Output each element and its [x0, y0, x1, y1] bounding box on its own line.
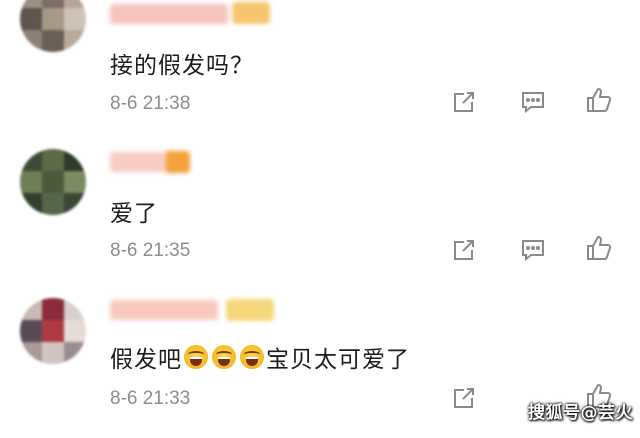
- comment-icon: [522, 240, 544, 262]
- avatar[interactable]: [20, 0, 86, 52]
- like-icon: [587, 235, 612, 260]
- reply-button[interactable]: [519, 236, 547, 264]
- user-badge: [232, 2, 270, 24]
- comment-text-part: 宝贝太可爱了: [266, 347, 410, 373]
- share-button[interactable]: [450, 236, 478, 264]
- like-button[interactable]: [585, 86, 613, 114]
- laughing-emoji-icon: [240, 345, 264, 369]
- user-badge: [226, 299, 274, 321]
- comment-text-part: 假发吧: [110, 347, 182, 373]
- like-button[interactable]: [585, 234, 613, 262]
- share-button[interactable]: [450, 88, 478, 116]
- watermark: 搜狐号@芸火: [528, 403, 633, 423]
- share-button[interactable]: [450, 384, 478, 412]
- comment-item: 接的假发吗？ 8-6 21:38: [0, 0, 640, 146]
- laughing-emoji-icon: [184, 345, 208, 369]
- username[interactable]: [110, 4, 228, 24]
- share-icon: [454, 92, 474, 112]
- comment-text: 爱了: [110, 201, 158, 227]
- comment-time: 8-6 21:38: [110, 93, 191, 114]
- comment-text: 假发吧 宝贝太可爱了: [110, 340, 410, 374]
- avatar[interactable]: [20, 149, 86, 215]
- share-icon: [454, 388, 474, 408]
- comment-icon: [522, 92, 544, 114]
- username[interactable]: [110, 152, 174, 172]
- comment-text: 接的假发吗？: [110, 53, 254, 79]
- comment-time: 8-6 21:33: [110, 388, 191, 409]
- laughing-emoji-icon: [212, 345, 236, 369]
- user-badge: [166, 151, 190, 173]
- username[interactable]: [110, 300, 218, 320]
- comment-item: 爱了 8-6 21:35: [0, 146, 640, 292]
- like-icon: [587, 87, 612, 112]
- avatar[interactable]: [20, 298, 86, 364]
- reply-button[interactable]: [519, 88, 547, 116]
- share-icon: [454, 240, 474, 260]
- comment-time: 8-6 21:35: [110, 240, 191, 261]
